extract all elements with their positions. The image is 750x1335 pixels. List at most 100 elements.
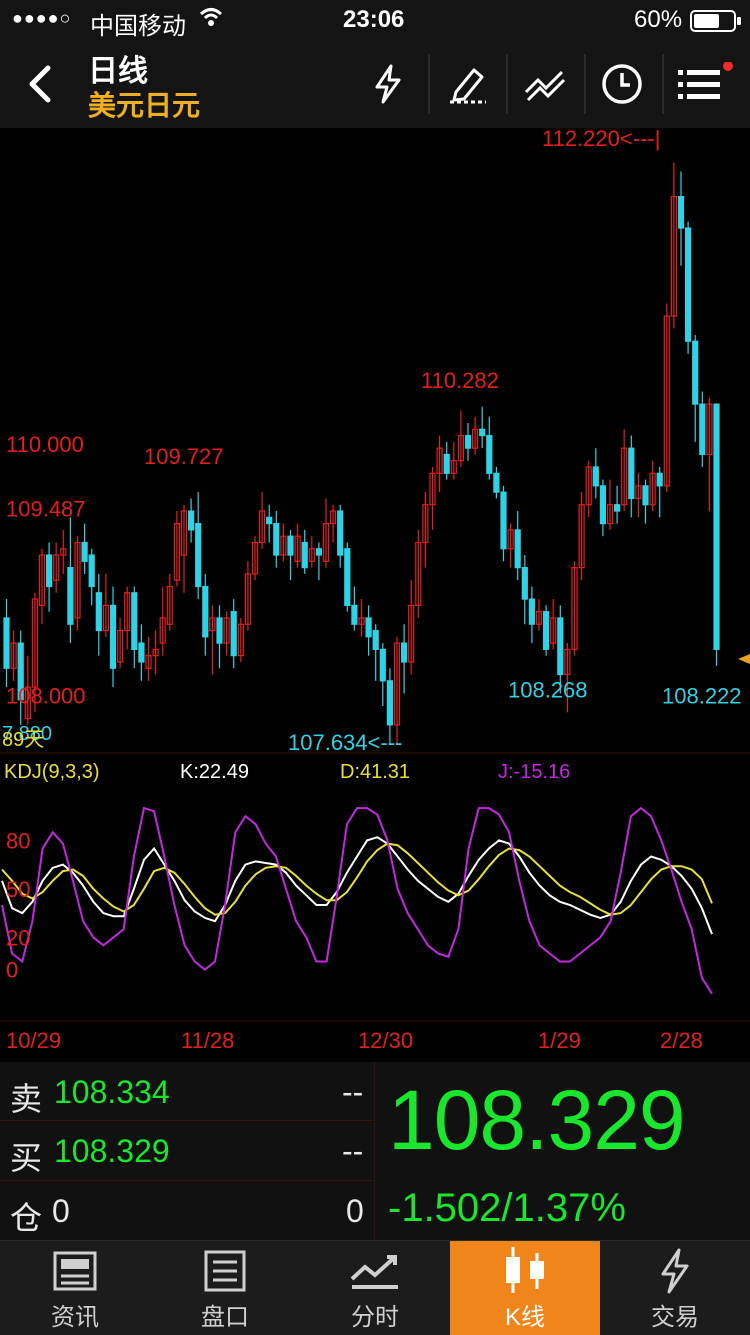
timeshare-icon (350, 1255, 398, 1289)
kdj-tick-label: 50 (6, 877, 30, 902)
flash-button[interactable] (366, 62, 410, 106)
candle-down (528, 598, 536, 625)
kdj-k-value: K:22.49 (180, 761, 249, 783)
draw-button[interactable] (446, 62, 490, 106)
candle-down (592, 466, 599, 487)
candle-down (401, 642, 408, 663)
candle-down (628, 447, 635, 500)
clock-icon (602, 64, 642, 104)
kdj-tick-label: 0 (6, 958, 18, 983)
kdj-title: KDJ(9,3,3) (4, 761, 100, 783)
indicator-icon (524, 70, 566, 102)
carrier-label: 中国移动 (90, 13, 186, 40)
x-axis-label: 11/28 (181, 1028, 234, 1053)
kdj-tick-label: 20 (6, 925, 30, 950)
x-axis-label: 12/30 (358, 1028, 413, 1053)
chevron-left-icon (29, 65, 51, 103)
kdj-j-value: J:-15.16 (498, 761, 570, 783)
quote-panel: 卖 108.334 -- 买 108.329 -- 仓 0 0 108.329 … (0, 1062, 750, 1240)
chart-svg: 110.000 109.487 108.000 112.220<---| 110.282… (0, 128, 750, 1053)
toolbar-divider (428, 54, 430, 114)
candle-down (315, 548, 322, 556)
tab-kline[interactable]: K线 (450, 1241, 600, 1335)
sell-label: 卖 (10, 1081, 43, 1117)
news-icon (53, 1251, 97, 1291)
candle-down (677, 195, 685, 229)
candle-down (188, 510, 195, 531)
candlestick-icon (506, 1247, 544, 1293)
kdj-j-line (1, 806, 713, 995)
candle-down (379, 648, 386, 682)
candle-down (287, 535, 294, 556)
toolbar-divider (662, 54, 664, 114)
buy-row[interactable]: 买 108.329 -- (0, 1121, 374, 1179)
column-divider (374, 1062, 375, 1240)
tab-orderbook[interactable]: 盘口 (150, 1241, 300, 1335)
candle-down (642, 485, 649, 506)
history-button[interactable] (600, 62, 644, 106)
candle-down (109, 604, 117, 669)
sell-row[interactable]: 卖 108.334 -- (0, 1062, 374, 1120)
kdj-d-line (1, 842, 713, 916)
candle-down (365, 617, 372, 638)
candles-group (3, 162, 720, 744)
status-bar: ●●●●○ 中国移动 23:06 60% (0, 0, 750, 40)
sell-volume: -- (342, 1074, 364, 1110)
candle-down (521, 567, 528, 600)
tab-kline-label: K线 (504, 1304, 545, 1331)
candle-down (337, 510, 344, 556)
kdj-d-value: D:41.31 (340, 761, 410, 783)
extreme-annotation: 107.634<--- (288, 730, 402, 755)
back-button[interactable] (20, 62, 60, 106)
last-price: 108.329 (388, 1073, 686, 1167)
price-axis-label: 110.000 (6, 432, 84, 457)
candle-down (557, 617, 564, 676)
candle-down (613, 504, 621, 512)
kline-chart-area[interactable]: 110.000 109.487 108.000 112.220<---| 110.282… (0, 128, 750, 1058)
more-menu-button[interactable] (676, 61, 736, 106)
kdj-k-line (1, 836, 713, 935)
position-right: 0 (346, 1193, 364, 1229)
tab-news[interactable]: 资讯 (0, 1241, 150, 1335)
price-change: -1.502/1.37% (388, 1186, 626, 1230)
extreme-annotation: 112.220<---| (542, 128, 660, 151)
tab-timeshare[interactable]: 分时 (300, 1241, 450, 1335)
candle-down (599, 485, 607, 525)
tab-trade-label: 交易 (651, 1304, 699, 1331)
instrument-name: 美元日元 (88, 90, 201, 121)
clock-time: 23:06 (343, 6, 405, 33)
candle-down (266, 516, 273, 525)
candle-down (443, 453, 450, 474)
candle-down (273, 523, 280, 556)
menu-icon (678, 61, 733, 99)
indicator-button[interactable] (522, 62, 568, 106)
toolbar-divider (584, 54, 586, 114)
candle-down (479, 428, 486, 437)
candle-down (301, 541, 308, 569)
position-label: 仓 (10, 1200, 43, 1236)
candle-down (81, 541, 88, 562)
candle-down (351, 604, 358, 625)
candle-down (464, 434, 472, 449)
candle-down (386, 680, 393, 726)
tab-trade[interactable]: 交易 (600, 1241, 750, 1335)
extreme-annotation: 108.222 (662, 683, 742, 708)
position-value: 0 (52, 1193, 70, 1229)
extreme-annotation: 108.268 (508, 678, 588, 703)
candle-down (95, 592, 102, 632)
wifi-icon (198, 4, 224, 37)
candle-down (216, 617, 223, 644)
candle-down (230, 611, 237, 657)
overlay-text: 89天 (2, 729, 44, 751)
candle-down (656, 472, 663, 487)
kdj-tick-label: 80 (6, 828, 30, 853)
buy-volume: -- (342, 1133, 364, 1169)
sell-price: 108.334 (54, 1074, 170, 1110)
position-row: 仓 0 0 (0, 1181, 374, 1239)
candle-down (138, 642, 145, 663)
candle-down (372, 629, 379, 650)
candle-down (542, 611, 550, 650)
candle-down (684, 227, 692, 342)
x-axis-label: 10/29 (6, 1028, 61, 1053)
tab-orderbook-label: 盘口 (201, 1304, 249, 1331)
